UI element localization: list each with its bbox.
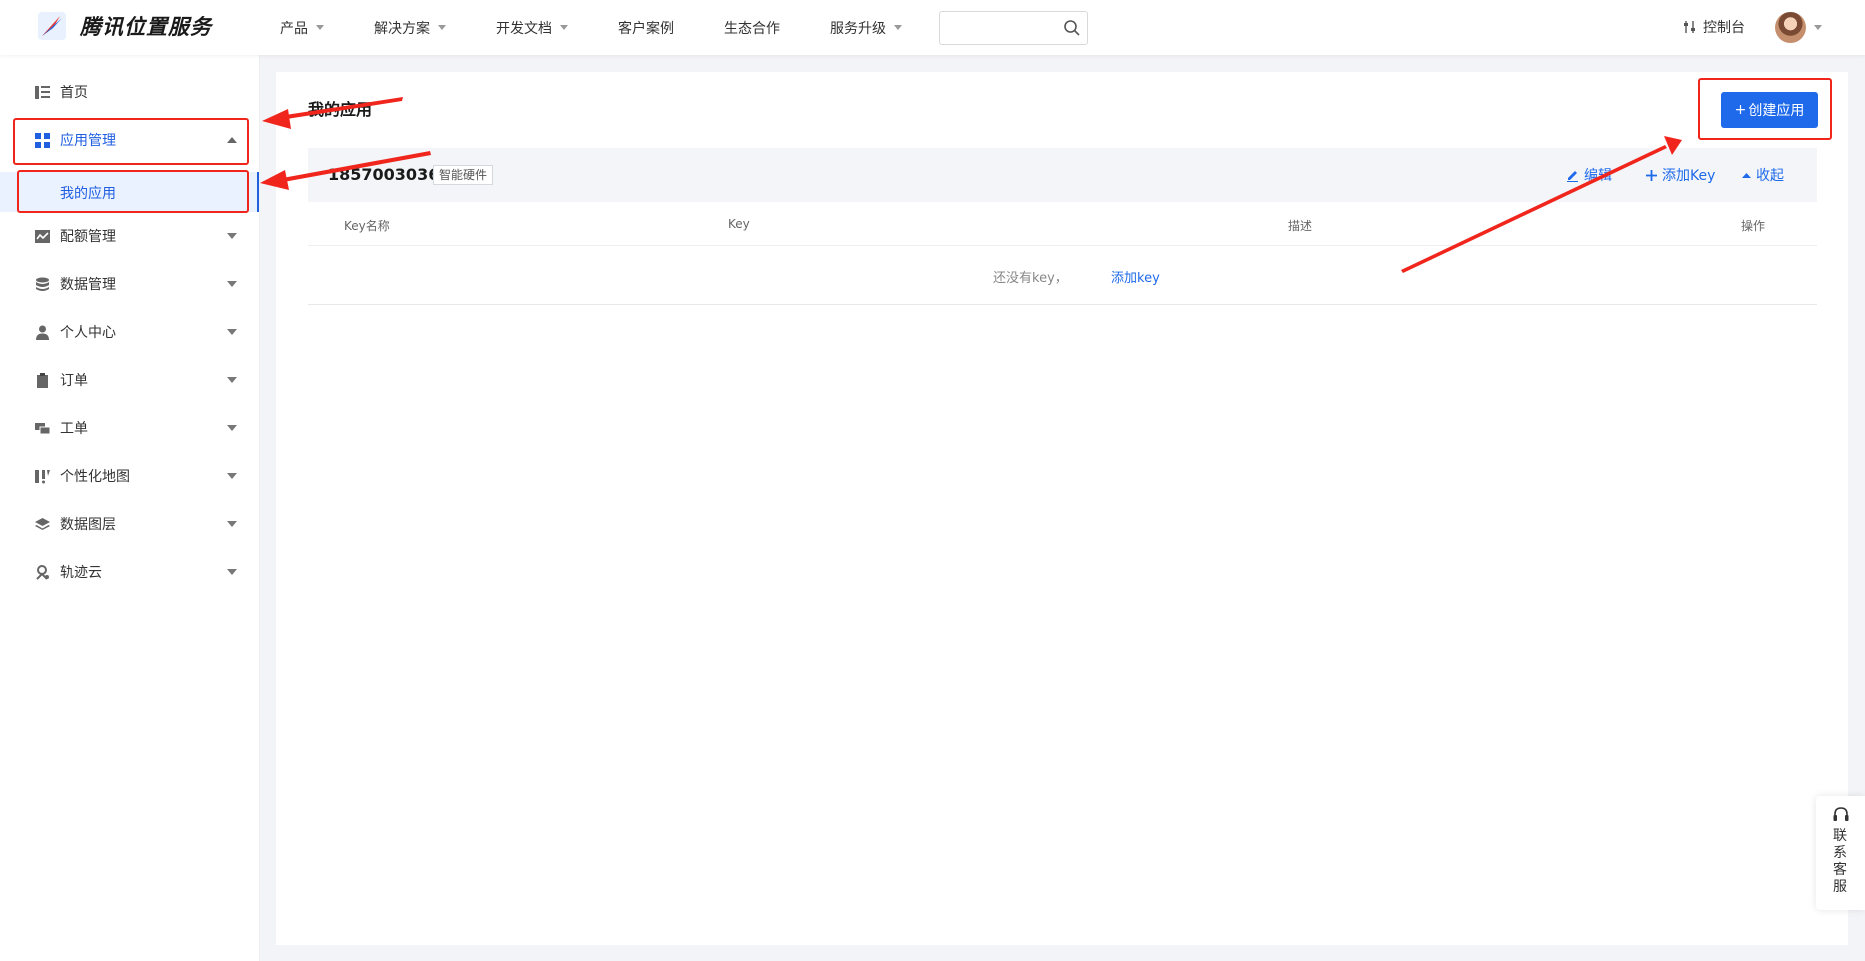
logo[interactable]: 腾讯位置服务 [36,10,212,42]
column-actions: 操作 [1741,219,1766,233]
edit-button[interactable]: 编辑 [1566,165,1612,185]
chevron-down-icon [227,233,237,239]
sidebar-item-quota[interactable]: 配额管理 [0,212,259,260]
headset-icon [1833,807,1849,821]
console-link[interactable]: 控制台 [1683,17,1745,37]
column-description: 描述 [1288,219,1313,233]
chevron-down-icon [227,281,237,287]
sidebar-item-home[interactable]: 首页 [0,68,259,116]
sidebar-item-label: 配额管理 [60,229,116,245]
home-list-icon [35,85,50,99]
chevron-down-icon [560,25,568,30]
nav-item-label: 产品 [280,20,308,37]
highlight-box [17,170,249,213]
caret-up-icon [1742,172,1751,178]
chevron-down-icon [227,425,237,431]
ticket-icon [35,422,50,434]
sidebar-item-label: 轨迹云 [60,565,102,581]
customer-service-widget[interactable]: 联系客服 [1816,796,1865,910]
add-key-label: 添加Key [1662,168,1716,184]
search-icon[interactable] [1063,19,1081,37]
nav-item-label: 开发文档 [496,20,552,37]
tencent-map-logo-icon [38,12,66,40]
console-label: 控制台 [1703,20,1745,36]
column-key: Key [728,217,750,231]
app-card-header: 18570030368 智能硬件 编辑 添加Key 收起 [308,148,1817,202]
nav-item-label: 客户案例 [618,20,674,37]
sidebar-item-label: 工单 [60,421,88,437]
sidebar-item-profile[interactable]: 个人中心 [0,308,259,356]
sidebar-item-label: 数据管理 [60,277,116,293]
empty-state-text: 还没有key， [993,271,1068,286]
nav-item-products[interactable]: 产品 [280,18,324,38]
chevron-down-icon [227,377,237,383]
sidebar-item-orders[interactable]: 订单 [0,356,259,404]
nav-item-solutions[interactable]: 解决方案 [374,18,446,38]
chevron-down-icon [227,473,237,479]
sidebar-item-custom-map[interactable]: 个性化地图 [0,452,259,500]
key-table-header: Key名称 Key 描述 操作 [308,202,1817,246]
add-key-link[interactable]: 添加key [1111,267,1160,286]
track-cloud-icon [36,564,49,580]
sidebar-item-label: 数据图层 [60,517,116,533]
top-header: 腾讯位置服务 产品 解决方案 开发文档 客户案例 生态合作 服务升级 控制台 [0,0,1865,55]
collapse-button[interactable]: 收起 [1742,165,1784,185]
chevron-down-icon [227,329,237,335]
collapse-label: 收起 [1756,168,1784,184]
sidebar-item-label: 首页 [60,85,88,101]
sidebar-item-tickets[interactable]: 工单 [0,404,259,452]
plus-icon [1646,169,1657,181]
support-label: 联系客服 [1833,828,1847,895]
empty-table-row: 还没有key， 添加key [308,246,1817,305]
sliders-icon [1684,21,1695,33]
user-icon [36,325,49,340]
column-key-name: Key名称 [344,219,390,233]
nav-item-label: 服务升级 [830,20,886,37]
nav-item-upgrade[interactable]: 服务升级 [830,18,902,38]
database-icon [36,277,49,291]
nav-item-label: 解决方案 [374,20,430,37]
nav-item-docs[interactable]: 开发文档 [496,18,568,38]
top-nav: 产品 解决方案 开发文档 客户案例 生态合作 服务升级 [280,0,952,55]
sidebar-item-label: 个性化地图 [60,469,130,485]
pencil-icon [1567,170,1578,182]
add-key-button[interactable]: 添加Key [1646,165,1715,185]
avatar[interactable] [1775,12,1806,43]
highlight-box [1698,78,1832,140]
search-input[interactable] [948,12,1058,44]
chevron-down-icon[interactable] [1814,25,1822,30]
sidebar-item-data[interactable]: 数据管理 [0,260,259,308]
chevron-down-icon [438,25,446,30]
sidebar-item-data-layers[interactable]: 数据图层 [0,500,259,548]
edit-label: 编辑 [1584,168,1612,184]
chart-icon [35,229,50,243]
main-content: 我的应用 + 创建应用 18570030368 智能硬件 编辑 添加Key 收起 … [276,72,1848,945]
nav-item-ecosystem[interactable]: 生态合作 [724,18,780,38]
nav-item-label: 生态合作 [724,20,780,37]
custom-map-icon [35,469,50,483]
page-title: 我的应用 [308,100,373,119]
search-box [939,11,1088,45]
nav-item-cases[interactable]: 客户案例 [618,18,674,38]
logo-text: 腾讯位置服务 [80,15,212,39]
chevron-down-icon [316,25,324,30]
sidebar-item-label: 个人中心 [60,325,116,341]
sidebar-item-label: 订单 [60,373,88,389]
highlight-box [13,118,249,165]
clipboard-icon [37,372,48,388]
chevron-down-icon [227,521,237,527]
chevron-down-icon [894,25,902,30]
sidebar-item-track-cloud[interactable]: 轨迹云 [0,548,259,596]
chevron-down-icon [227,569,237,575]
layers-icon [35,517,50,530]
app-category-badge: 智能硬件 [433,165,494,185]
